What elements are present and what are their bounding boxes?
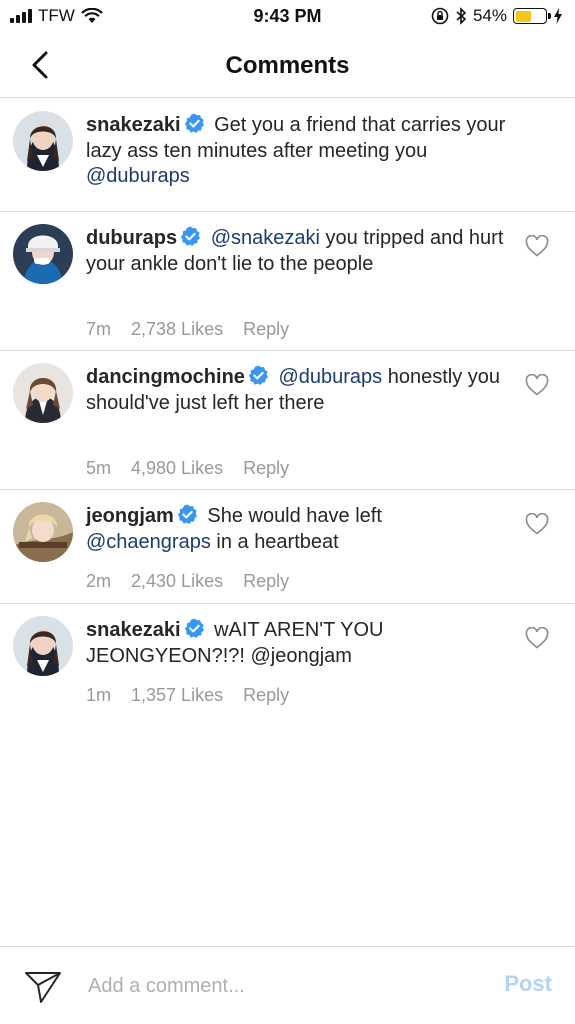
comment-item: duburaps @snakezaki you tripped and hurt… <box>0 211 575 350</box>
reply-button[interactable]: Reply <box>243 458 289 479</box>
comment-body: in a heartbeat <box>210 530 339 553</box>
status-right: 54% <box>431 6 563 26</box>
comment-meta: 1m 1,357 Likes Reply <box>86 685 289 706</box>
avatar[interactable] <box>13 111 73 171</box>
header: Comments <box>0 34 575 98</box>
reply-button[interactable]: Reply <box>243 685 289 706</box>
comment-username[interactable]: jeongjam <box>86 505 174 527</box>
comment-body: She would have left <box>201 505 382 527</box>
caption-comment: snakezaki Get you a friend that carries … <box>0 99 575 211</box>
heart-icon[interactable] <box>525 374 549 396</box>
comment-time: 1m <box>86 685 112 705</box>
status-bar: TFW 9:43 PM 54% <box>0 0 575 34</box>
bluetooth-icon <box>456 7 467 25</box>
verified-badge-icon <box>184 618 204 639</box>
comment-username[interactable]: snakezaki <box>86 114 181 136</box>
page-title: Comments <box>225 52 350 79</box>
comment-meta: 7m 2,738 Likes Reply <box>86 319 289 340</box>
heart-icon[interactable] <box>525 627 549 649</box>
reply-button[interactable]: Reply <box>243 319 289 340</box>
reply-button[interactable]: Reply <box>243 571 289 592</box>
avatar[interactable] <box>13 616 73 676</box>
comment-time: 5m <box>86 458 112 478</box>
battery-icon <box>513 8 551 24</box>
charging-bolt-icon <box>554 8 562 24</box>
comment-text: snakezaki wAIT AREN'T YOU JEONGYEON?!?! … <box>86 618 506 669</box>
avatar[interactable] <box>13 224 73 284</box>
verified-badge-icon <box>177 504 197 525</box>
comment-username[interactable]: dancingmochine <box>86 366 245 388</box>
comment-text: dancingmochine @duburaps honestly you sh… <box>86 365 506 416</box>
verified-badge-icon <box>180 226 201 247</box>
mention-link[interactable]: @chaengraps <box>86 531 211 553</box>
comment-time: 2m <box>86 571 112 591</box>
likes-count[interactable]: 2,738 Likes <box>131 319 223 340</box>
comment-text: duburaps @snakezaki you tripped and hurt… <box>86 226 506 277</box>
comment-meta: 2m 2,430 Likes Reply <box>86 571 289 592</box>
battery-percent: 54% <box>472 6 507 25</box>
comment-input[interactable] <box>88 969 448 1003</box>
likes-count[interactable]: 4,980 Likes <box>131 458 223 479</box>
comment-username[interactable]: duburaps <box>86 227 177 249</box>
comment-text: snakezaki Get you a friend that carries … <box>86 113 506 190</box>
mention-link[interactable]: @duburaps <box>278 366 382 388</box>
comment-meta: 5m 4,980 Likes Reply <box>86 458 289 479</box>
comment-item: jeongjam She would have left @chaengraps… <box>0 489 575 603</box>
comment-item: dancingmochine @duburaps honestly you sh… <box>0 350 575 489</box>
verified-badge-icon <box>184 113 204 134</box>
comment-time: 7m <box>86 319 112 339</box>
comment-item: snakezaki wAIT AREN'T YOU JEONGYEON?!?! … <box>0 603 575 717</box>
post-button[interactable]: Post <box>504 971 552 997</box>
comment-username[interactable]: snakezaki <box>86 619 181 641</box>
heart-icon[interactable] <box>525 513 549 535</box>
mention-link[interactable]: @duburaps <box>86 165 190 187</box>
likes-count[interactable]: 2,430 Likes <box>131 571 223 592</box>
orientation-lock-icon <box>431 7 449 25</box>
likes-count[interactable]: 1,357 Likes <box>131 685 223 706</box>
heart-icon[interactable] <box>525 235 549 257</box>
avatar[interactable] <box>13 502 73 562</box>
avatar[interactable] <box>13 363 73 423</box>
mention-link[interactable]: @snakezaki <box>211 227 320 249</box>
comment-text: jeongjam She would have left @chaengraps… <box>86 504 506 555</box>
verified-badge-icon <box>248 365 268 386</box>
paper-plane-icon[interactable] <box>24 969 62 1005</box>
comment-composer: Post <box>0 946 575 1024</box>
